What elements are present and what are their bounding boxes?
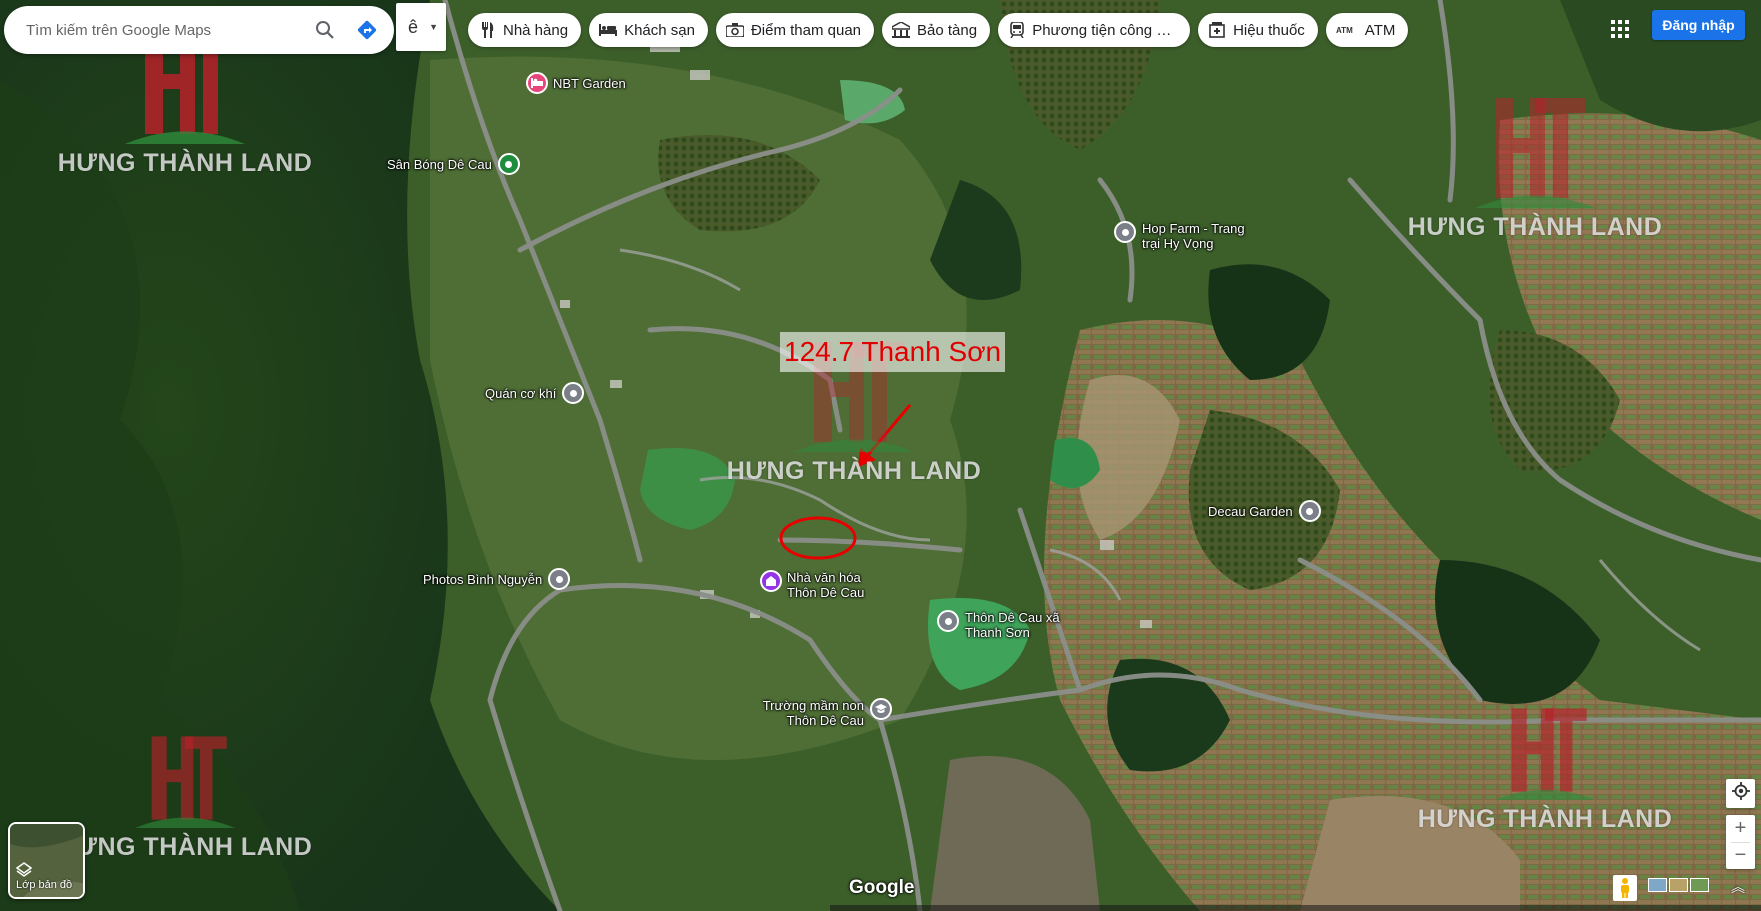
footer-strip [830, 905, 1761, 911]
location-pin-icon [1114, 221, 1136, 243]
layers-label: Lớp bản đồ [16, 879, 73, 891]
place-photos-binh-nguyen[interactable]: Photos Bình Nguyễn [423, 568, 571, 590]
watermark: HƯNG THÀNH LAND [50, 728, 320, 862]
chip-label: Phương tiện công cộ... [1032, 21, 1178, 39]
place-thon-de-cau[interactable]: Thôn Dê Cau xã Thanh Sơn [937, 610, 1061, 640]
pharmacy-icon [1208, 21, 1226, 39]
chip-hotels[interactable]: Khách sạn [589, 13, 708, 47]
zoom-out-button[interactable]: − [1726, 843, 1755, 870]
place-label: Quán cơ khí [485, 385, 557, 401]
apps-grid-icon[interactable] [1604, 13, 1636, 45]
bed-icon [599, 21, 618, 39]
watermark-logo-icon [135, 736, 235, 828]
pegman-icon[interactable] [1613, 875, 1637, 901]
expand-up-icon[interactable]: ︽ [1731, 877, 1745, 897]
camera-icon [725, 21, 744, 39]
directions-icon[interactable] [350, 13, 384, 47]
chip-label: Hiệu thuốc [1233, 21, 1305, 39]
chip-attractions[interactable]: Điểm tham quan [715, 13, 875, 47]
chip-transit[interactable]: Phương tiện công cộ... [998, 13, 1191, 47]
watermark: HƯNG THÀNH LAND [1410, 700, 1680, 834]
place-san-bong-de-cau[interactable]: Sân Bóng Dê Cau [387, 153, 520, 175]
location-pin-icon [1298, 500, 1321, 522]
place-nbt-garden[interactable]: NBT Garden [526, 72, 626, 94]
chip-atm[interactable]: ATM ATM [1325, 13, 1409, 47]
chip-label: Nhà hàng [503, 21, 569, 39]
fork-knife-icon [478, 21, 496, 39]
place-label: NBT Garden [553, 75, 626, 91]
place-label: Hop Farm - Trang trại Hy Vọng [1142, 221, 1245, 251]
google-logo: Google [849, 877, 915, 898]
search-input[interactable] [26, 21, 300, 39]
place-nha-van-hoa[interactable]: Nhà văn hóa Thôn Dê Cau [760, 570, 879, 600]
chip-label: ATM [1364, 21, 1396, 39]
place-hop-farm[interactable]: Hop Farm - Trang trại Hy Vọng [1114, 221, 1254, 251]
place-label: Nhà văn hóa Thôn Dê Cau [787, 570, 865, 600]
watermark-logo-icon [1475, 98, 1595, 208]
chip-restaurants[interactable]: Nhà hàng [468, 13, 582, 47]
place-label: Decau Garden [1208, 503, 1293, 519]
sign-in-button[interactable]: Đăng nhập [1652, 10, 1745, 40]
place-label: Thôn Dê Cau xã Thanh Sơn [965, 610, 1060, 640]
place-quan-co-khi[interactable]: Quán cơ khí [485, 382, 585, 404]
place-label: Sân Bóng Dê Cau [387, 156, 492, 172]
layers-button[interactable]: Lớp bản đồ [8, 822, 85, 899]
caret-down-icon: ▼ [429, 22, 438, 32]
zoom-in-button[interactable]: + [1726, 815, 1755, 842]
transit-icon [1008, 21, 1025, 39]
search-icon[interactable] [308, 13, 342, 47]
museum-icon [892, 21, 911, 39]
atm-icon: ATM [1336, 21, 1358, 39]
search-bar[interactable] [4, 6, 394, 54]
location-pin-icon [937, 610, 959, 632]
location-pin-icon [562, 382, 585, 404]
watermark-logo-icon [1495, 708, 1595, 800]
school-pin-icon [870, 698, 892, 720]
imagery-thumbnails[interactable] [1648, 878, 1709, 892]
language-label: ê [408, 16, 419, 37]
place-label: Photos Bình Nguyễn [423, 571, 543, 587]
chip-label: Điểm tham quan [750, 21, 862, 39]
thumbnail-terrain[interactable] [1648, 878, 1667, 892]
location-pin-icon [548, 568, 571, 590]
language-selector[interactable]: ê ▼ [396, 3, 446, 51]
thumbnail-satellite[interactable] [1669, 878, 1688, 892]
chip-museums[interactable]: Bảo tàng [882, 13, 991, 47]
community-pin-icon [760, 570, 782, 592]
svg-text:ATM: ATM [1336, 26, 1353, 35]
sports-pin-icon [497, 153, 520, 175]
chip-label: Bảo tàng [917, 21, 978, 39]
crosshair-icon [1731, 782, 1750, 805]
place-truong-mam-non[interactable]: Trường mầm non Thôn Dê Cau [754, 698, 892, 728]
chip-label: Khách sạn [624, 21, 695, 39]
my-location-button[interactable] [1726, 779, 1755, 808]
hotel-pin-icon [526, 72, 548, 94]
chip-pharmacy[interactable]: Hiệu thuốc [1198, 13, 1318, 47]
annotation-label: 124.7 Thanh Sơn [780, 332, 1006, 372]
place-label: Trường mầm non Thôn Dê Cau [762, 698, 864, 728]
category-chips: Nhà hàng Khách sạn Điểm tham quan Bảo tà… [468, 13, 1409, 47]
watermark: HƯNG THÀNH LAND [1400, 88, 1670, 242]
place-decau-garden[interactable]: Decau Garden [1208, 500, 1321, 522]
zoom-control: + − [1726, 815, 1755, 869]
thumbnail-photo[interactable] [1690, 878, 1709, 892]
